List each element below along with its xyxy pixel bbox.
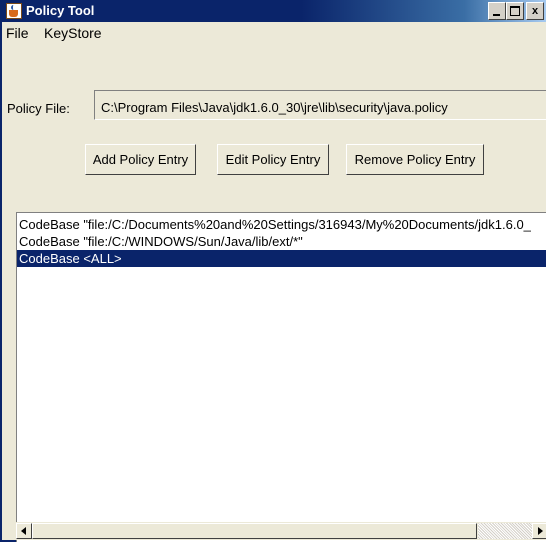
list-item-selected[interactable]: CodeBase <ALL> [17,250,546,267]
menu-file[interactable]: File [6,25,29,41]
scroll-left-arrow-icon[interactable] [16,523,32,539]
policy-file-field[interactable]: C:\Program Files\Java\jdk1.6.0_30\jre\li… [94,90,546,120]
horizontal-scrollbar[interactable] [16,522,546,540]
scroll-right-arrow-icon[interactable] [532,523,546,539]
policy-entry-list[interactable]: CodeBase "file:/C:/Documents%20and%20Set… [16,212,546,542]
list-item[interactable]: CodeBase "file:/C:/WINDOWS/Sun/Java/lib/… [17,233,546,250]
list-item[interactable]: CodeBase "file:/C:/Documents%20and%20Set… [17,216,546,233]
policy-file-label: Policy File: [7,101,70,116]
policy-tool-window: Policy Tool x File KeyStore Policy File:… [0,0,546,542]
add-policy-entry-button[interactable]: Add Policy Entry [85,144,196,175]
menu-keystore[interactable]: KeyStore [44,25,102,41]
close-button[interactable]: x [526,2,544,20]
menu-bar: File KeyStore [2,22,546,44]
title-bar[interactable]: Policy Tool x [2,0,546,22]
edit-policy-entry-button[interactable]: Edit Policy Entry [217,144,329,175]
scrollbar-thumb[interactable] [32,523,477,539]
remove-policy-entry-button[interactable]: Remove Policy Entry [346,144,484,175]
window-title: Policy Tool [26,3,95,18]
maximize-button[interactable] [506,2,524,20]
scrollbar-track[interactable] [478,523,532,539]
minimize-button[interactable] [488,2,506,20]
java-cup-icon [6,3,22,19]
